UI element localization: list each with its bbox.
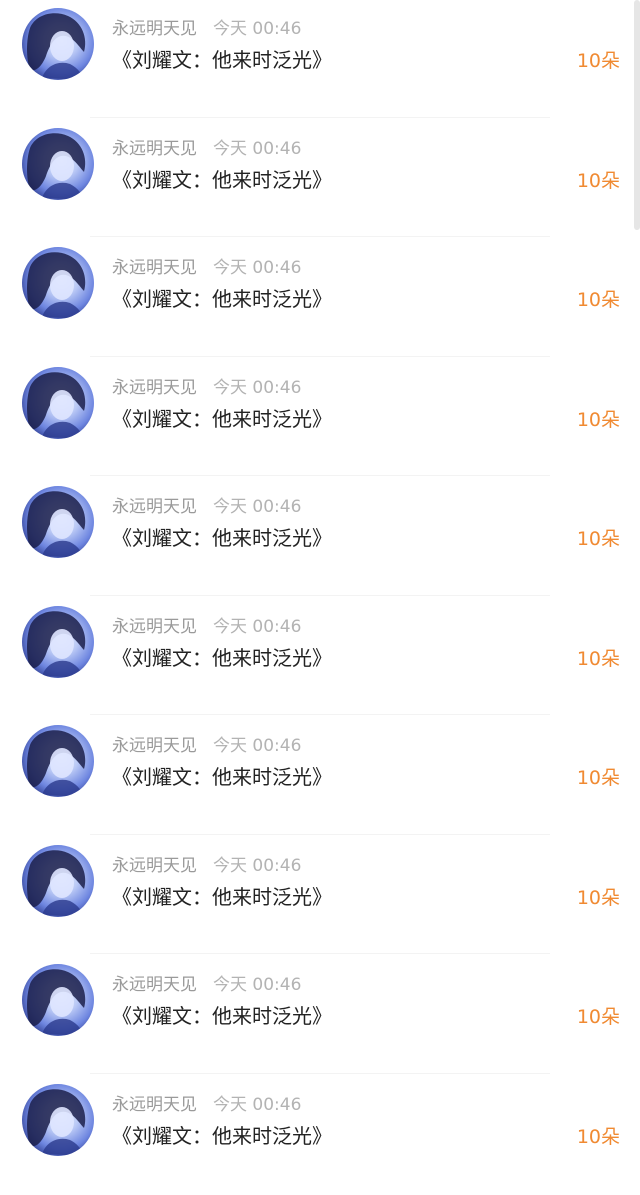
timestamp: 今天 00:46 <box>213 975 301 995</box>
avatar-photo-icon <box>22 964 94 1036</box>
item-title[interactable]: 《刘耀文：他来时泛光》 <box>112 283 332 312</box>
timestamp: 今天 00:46 <box>213 1095 301 1115</box>
username[interactable]: 永远明天见 <box>112 1095 197 1115</box>
gift-amount: 10朵 <box>577 1002 620 1029</box>
item-title[interactable]: 《刘耀文：他来时泛光》 <box>112 1120 332 1149</box>
avatar[interactable] <box>22 845 94 917</box>
list-item[interactable]: 永远明天见今天 00:46 《刘耀文：他来时泛光》 10朵 <box>0 239 640 359</box>
item-meta: 永远明天见今天 00:46 <box>112 492 301 516</box>
avatar-photo-icon <box>22 1084 94 1156</box>
timestamp: 今天 00:46 <box>213 19 301 39</box>
avatar-photo-icon <box>22 845 94 917</box>
list-item[interactable]: 永远明天见今天 00:46 《刘耀文：他来时泛光》 10朵 <box>0 478 640 598</box>
item-meta: 永远明天见今天 00:46 <box>112 134 301 158</box>
item-title[interactable]: 《刘耀文：他来时泛光》 <box>112 403 332 432</box>
item-meta: 永远明天见今天 00:46 <box>112 851 301 875</box>
gift-amount: 10朵 <box>577 883 620 910</box>
item-meta: 永远明天见今天 00:46 <box>112 373 301 397</box>
divider <box>90 236 550 237</box>
list-item[interactable]: 永远明天见今天 00:46 《刘耀文：他来时泛光》 10朵 <box>0 359 640 479</box>
username[interactable]: 永远明天见 <box>112 617 197 637</box>
list-item[interactable]: 永远明天见今天 00:46 《刘耀文：他来时泛光》 10朵 <box>0 717 640 837</box>
item-meta: 永远明天见今天 00:46 <box>112 731 301 755</box>
gift-amount: 10朵 <box>577 524 620 551</box>
gift-amount: 10朵 <box>577 1122 620 1149</box>
avatar[interactable] <box>22 486 94 558</box>
gift-amount: 10朵 <box>577 405 620 432</box>
divider <box>90 1073 550 1074</box>
divider <box>90 953 550 954</box>
list-item[interactable]: 永远明天见今天 00:46 《刘耀文：他来时泛光》 10朵 <box>0 120 640 240</box>
avatar-photo-icon <box>22 367 94 439</box>
item-meta: 永远明天见今天 00:46 <box>112 253 301 277</box>
timestamp: 今天 00:46 <box>213 856 301 876</box>
list-item[interactable]: 永远明天见今天 00:46 《刘耀文：他来时泛光》 10朵 <box>0 0 640 120</box>
avatar[interactable] <box>22 1084 94 1156</box>
timestamp: 今天 00:46 <box>213 378 301 398</box>
item-title[interactable]: 《刘耀文：他来时泛光》 <box>112 44 332 73</box>
username[interactable]: 永远明天见 <box>112 378 197 398</box>
divider <box>90 356 550 357</box>
item-title[interactable]: 《刘耀文：他来时泛光》 <box>112 522 332 551</box>
gift-amount: 10朵 <box>577 166 620 193</box>
item-title[interactable]: 《刘耀文：他来时泛光》 <box>112 164 332 193</box>
list-item[interactable]: 永远明天见今天 00:46 《刘耀文：他来时泛光》 10朵 <box>0 598 640 718</box>
timestamp: 今天 00:46 <box>213 139 301 159</box>
divider <box>90 714 550 715</box>
gift-amount: 10朵 <box>577 46 620 73</box>
gift-record-list: 永远明天见今天 00:46 《刘耀文：他来时泛光》 10朵 永远明天见今天 00… <box>0 0 640 1195</box>
item-title[interactable]: 《刘耀文：他来时泛光》 <box>112 642 332 671</box>
avatar[interactable] <box>22 8 94 80</box>
item-meta: 永远明天见今天 00:46 <box>112 970 301 994</box>
divider <box>90 475 550 476</box>
divider <box>90 595 550 596</box>
item-title[interactable]: 《刘耀文：他来时泛光》 <box>112 881 332 910</box>
avatar-photo-icon <box>22 725 94 797</box>
avatar[interactable] <box>22 964 94 1036</box>
username[interactable]: 永远明天见 <box>112 258 197 278</box>
username[interactable]: 永远明天见 <box>112 497 197 517</box>
username[interactable]: 永远明天见 <box>112 736 197 756</box>
item-title[interactable]: 《刘耀文：他来时泛光》 <box>112 761 332 790</box>
avatar-photo-icon <box>22 8 94 80</box>
username[interactable]: 永远明天见 <box>112 975 197 995</box>
avatar[interactable] <box>22 247 94 319</box>
scrollbar[interactable] <box>634 0 640 230</box>
username[interactable]: 永远明天见 <box>112 856 197 876</box>
divider <box>90 117 550 118</box>
avatar[interactable] <box>22 725 94 797</box>
gift-amount: 10朵 <box>577 285 620 312</box>
item-meta: 永远明天见今天 00:46 <box>112 1090 301 1114</box>
avatar[interactable] <box>22 367 94 439</box>
username[interactable]: 永远明天见 <box>112 19 197 39</box>
divider <box>90 834 550 835</box>
gift-amount: 10朵 <box>577 644 620 671</box>
timestamp: 今天 00:46 <box>213 497 301 517</box>
list-item[interactable]: 永远明天见今天 00:46 《刘耀文：他来时泛光》 10朵 <box>0 956 640 1076</box>
username[interactable]: 永远明天见 <box>112 139 197 159</box>
avatar[interactable] <box>22 128 94 200</box>
avatar-photo-icon <box>22 486 94 558</box>
avatar[interactable] <box>22 606 94 678</box>
avatar-photo-icon <box>22 606 94 678</box>
item-meta: 永远明天见今天 00:46 <box>112 612 301 636</box>
gift-amount: 10朵 <box>577 763 620 790</box>
timestamp: 今天 00:46 <box>213 258 301 278</box>
list-item[interactable]: 永远明天见今天 00:46 《刘耀文：他来时泛光》 10朵 <box>0 837 640 957</box>
item-title[interactable]: 《刘耀文：他来时泛光》 <box>112 1000 332 1029</box>
timestamp: 今天 00:46 <box>213 617 301 637</box>
avatar-photo-icon <box>22 128 94 200</box>
item-meta: 永远明天见今天 00:46 <box>112 14 301 38</box>
avatar-photo-icon <box>22 247 94 319</box>
timestamp: 今天 00:46 <box>213 736 301 756</box>
list-item[interactable]: 永远明天见今天 00:46 《刘耀文：他来时泛光》 10朵 <box>0 1076 640 1195</box>
